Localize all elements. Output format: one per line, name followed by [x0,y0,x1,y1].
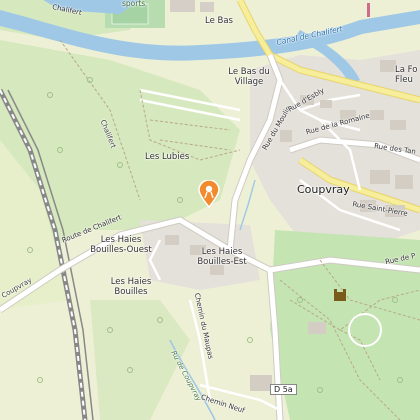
place-le-bas-du-village: Le Bas du Village [228,67,270,87]
place-les-haies-bouilles: Les Haies Bouilles [110,277,152,297]
place-la-fo-fleu: La Fo Fleu [395,65,418,85]
road-shield-d5a: D 5a [270,384,297,395]
map-canvas[interactable]: Le Bas Le Bas du Village Les Lubies Coup… [0,0,420,420]
place-le-bas: Le Bas [205,16,233,26]
location-marker[interactable] [198,180,220,208]
place-les-haies-bouilles-ouest: Les Haies Bouilles-Ouest [90,235,152,255]
place-les-lubies: Les Lubies [145,152,190,162]
place-les-haies-bouilles-est: Les Haies Bouilles-Est [197,247,247,267]
place-coupvray: Coupvray [297,183,350,196]
label-sports: sports [122,0,146,8]
map-pin-icon [198,180,220,208]
